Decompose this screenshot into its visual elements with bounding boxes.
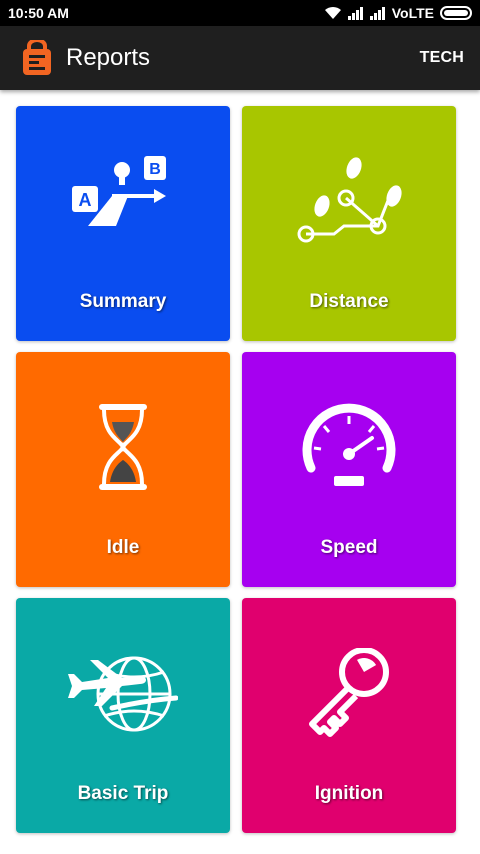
battery-icon <box>440 6 472 20</box>
status-icons: VoLTE <box>324 5 472 21</box>
plane-globe-icon <box>68 656 178 732</box>
app-logo-icon <box>23 40 51 75</box>
tile-distance[interactable]: Distance <box>242 106 456 341</box>
signal-icon <box>369 7 385 20</box>
reports-grid: A B Summary Distance Idle Speed Basic Tr… <box>16 106 456 833</box>
tile-label: Idle <box>106 537 140 558</box>
tile-label: Summary <box>79 291 167 312</box>
svg-text:B: B <box>149 161 161 178</box>
tile-ignition[interactable]: Ignition <box>242 598 456 833</box>
page-title: Reports <box>66 44 151 71</box>
tile-label: Distance <box>309 291 389 312</box>
tile-label: Basic Trip <box>77 783 169 804</box>
tile-label: Speed <box>320 537 378 558</box>
tile-speed[interactable]: Speed <box>242 352 456 587</box>
hourglass-icon <box>99 404 147 490</box>
svg-text:A: A <box>79 190 92 210</box>
route-pins-icon <box>297 157 402 243</box>
app-bar: Reports TECH <box>0 26 480 90</box>
network-label: VoLTE <box>391 5 434 21</box>
status-bar: 10:50 AM VoLTE <box>0 0 480 26</box>
key-icon <box>309 648 389 737</box>
signal-icon <box>347 7 363 20</box>
tile-idle[interactable]: Idle <box>16 352 230 587</box>
tile-label: Ignition <box>314 783 384 804</box>
status-time: 10:50 AM <box>8 5 69 21</box>
speedometer-icon <box>302 403 396 486</box>
tech-button[interactable]: TECH <box>420 49 464 67</box>
tile-basic-trip[interactable]: Basic Trip <box>16 598 230 833</box>
tile-summary[interactable]: A B Summary <box>16 106 230 341</box>
route-sign-icon: A B <box>72 156 166 226</box>
wifi-icon <box>324 6 341 19</box>
